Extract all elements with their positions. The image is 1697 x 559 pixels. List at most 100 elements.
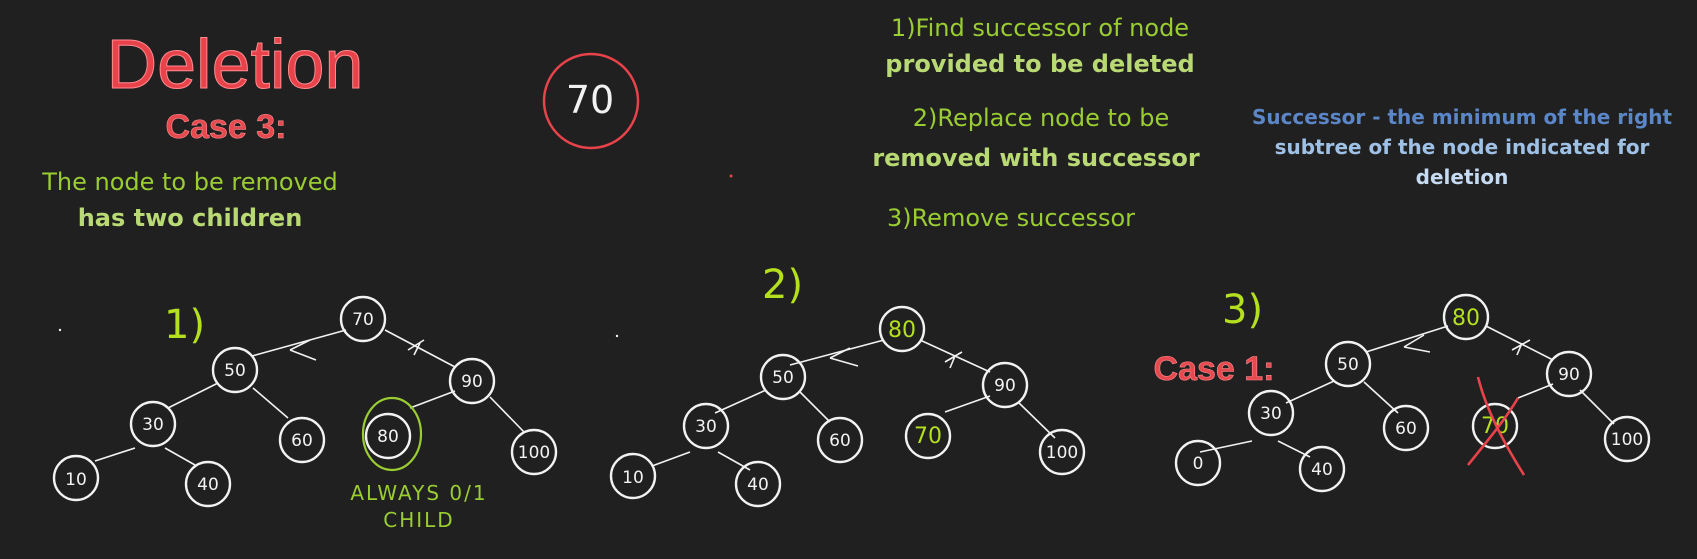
tree3-step-label: 3)	[1222, 287, 1263, 333]
tree1-node: 90	[448, 357, 496, 405]
tree2-step-label: 2)	[762, 262, 803, 308]
tree3-node: 30	[1247, 389, 1295, 437]
svg-text:40: 40	[1311, 460, 1333, 480]
tree-step-1: 1) 70 50 90 30 60 80 100 10 40 ALWAYS 0/…	[52, 295, 558, 532]
step1-line1: 1)Find successor of node	[891, 14, 1189, 42]
tree1-edge	[384, 329, 456, 368]
tree2-edge	[944, 395, 991, 413]
svg-text:50: 50	[224, 361, 246, 381]
svg-text:0: 0	[1193, 454, 1204, 474]
svg-text:80: 80	[1452, 306, 1480, 331]
deleted-node-value: 70	[566, 78, 614, 122]
tree2-node: 60	[816, 416, 864, 464]
tree3-edge	[1517, 383, 1554, 399]
svg-text:30: 30	[695, 417, 717, 437]
svg-text:90: 90	[1558, 365, 1580, 385]
tree-step-2: 2) 80 50 90 30 60 70 100 10 40	[609, 262, 1086, 508]
tree1-right-arrow-icon	[407, 339, 425, 356]
tree3-node: 100	[1603, 415, 1651, 463]
svg-text:80: 80	[888, 318, 916, 343]
svg-text:40: 40	[197, 475, 219, 495]
deleted-node-badge: 70	[542, 52, 640, 150]
tree1-edge	[94, 447, 136, 462]
svg-text:100: 100	[1046, 443, 1078, 463]
tree3-edge	[1363, 381, 1399, 414]
tree3-node: 90	[1545, 350, 1593, 398]
svg-text:100: 100	[518, 443, 550, 463]
tree1-edge	[252, 387, 289, 419]
svg-text:90: 90	[461, 372, 483, 392]
tree2-left-arrow-icon	[829, 347, 859, 367]
diagram-canvas: Deletion Case 3: The node to be removed …	[0, 0, 1697, 559]
tree1-node: 10	[52, 454, 100, 502]
svg-text:10: 10	[622, 468, 644, 488]
stray-dot	[58, 328, 62, 332]
tree2-edge	[714, 389, 767, 414]
tree1-node-successor: 80	[361, 396, 423, 472]
tree2-node-root-replaced: 80	[878, 305, 926, 353]
tree2-node: 100	[1038, 428, 1086, 476]
successor-note-line3: deletion	[1416, 165, 1509, 189]
tree2-edge	[789, 339, 885, 366]
svg-text:30: 30	[142, 415, 164, 435]
svg-text:60: 60	[829, 431, 851, 451]
tree1-step-label: 1)	[164, 302, 205, 348]
tree2-node: 10	[609, 452, 657, 500]
svg-text:60: 60	[1395, 419, 1417, 439]
tree1-left-arrow-icon	[289, 339, 317, 361]
tree1-node: 50	[211, 346, 259, 394]
tree3-edge	[1579, 389, 1615, 425]
tree1-edge	[167, 382, 219, 409]
svg-text:50: 50	[772, 368, 794, 388]
case-description-line1: The node to be removed	[41, 168, 338, 196]
tree2-node: 40	[734, 460, 782, 508]
svg-text:80: 80	[377, 427, 399, 447]
diagram-svg: Deletion Case 3: The node to be removed …	[41, 14, 1673, 532]
stray-dot	[615, 334, 619, 338]
svg-text:60: 60	[291, 431, 313, 451]
svg-text:10: 10	[65, 470, 87, 490]
svg-text:70: 70	[352, 310, 374, 330]
tree3-node: 40	[1298, 445, 1346, 493]
tree3-edge	[1285, 380, 1335, 404]
tree2-node: 90	[981, 361, 1029, 409]
tree1-edge	[489, 396, 526, 434]
tree1-node: 70	[339, 295, 387, 343]
tree2-edge	[651, 451, 691, 467]
step3-text: 3)Remove successor	[887, 204, 1135, 232]
tree2-right-arrow-icon	[944, 351, 963, 369]
svg-text:40: 40	[747, 475, 769, 495]
tree3-case-label: Case 1:	[1154, 350, 1275, 388]
tree1-node: 100	[510, 428, 558, 476]
tree1-node: 30	[129, 400, 177, 448]
svg-text:30: 30	[1260, 404, 1282, 424]
svg-text:70: 70	[914, 424, 942, 449]
tree2-node: 50	[759, 353, 807, 401]
tree3-node: 0	[1174, 439, 1222, 487]
successor-note-line1: Successor - the minimum of the right	[1252, 105, 1673, 129]
svg-text:90: 90	[994, 376, 1016, 396]
tree3-edge	[1485, 325, 1554, 361]
stray-dot	[729, 174, 733, 178]
tree1-edge	[164, 447, 196, 466]
tree3-node-root: 80	[1442, 293, 1490, 341]
tree1-node: 40	[184, 460, 232, 508]
tree-step-3: 3) Case 1: 80 50 90 30 60 70 100 0 40	[1153, 287, 1651, 493]
tree2-edge	[799, 391, 831, 423]
tree1-annotation-line2: CHILD	[383, 508, 454, 532]
step1-line2: provided to be deleted	[885, 50, 1194, 78]
step2-line2: removed with successor	[872, 144, 1200, 172]
case-heading: Case 3:	[166, 108, 287, 146]
page-title: Deletion	[107, 25, 364, 103]
svg-text:100: 100	[1611, 430, 1643, 450]
tree3-node-removed: 70	[1466, 376, 1526, 476]
case-description-line2: has two children	[78, 204, 303, 232]
tree3-node: 50	[1324, 340, 1372, 388]
tree2-node: 30	[682, 402, 730, 450]
step2-line1: 2)Replace node to be	[913, 104, 1169, 132]
tree1-node: 60	[278, 416, 326, 464]
successor-note-line2: subtree of the node indicated for	[1275, 135, 1650, 159]
tree3-node: 60	[1382, 404, 1430, 452]
tree1-edge	[409, 390, 456, 409]
tree2-node-successor: 70	[904, 412, 952, 460]
